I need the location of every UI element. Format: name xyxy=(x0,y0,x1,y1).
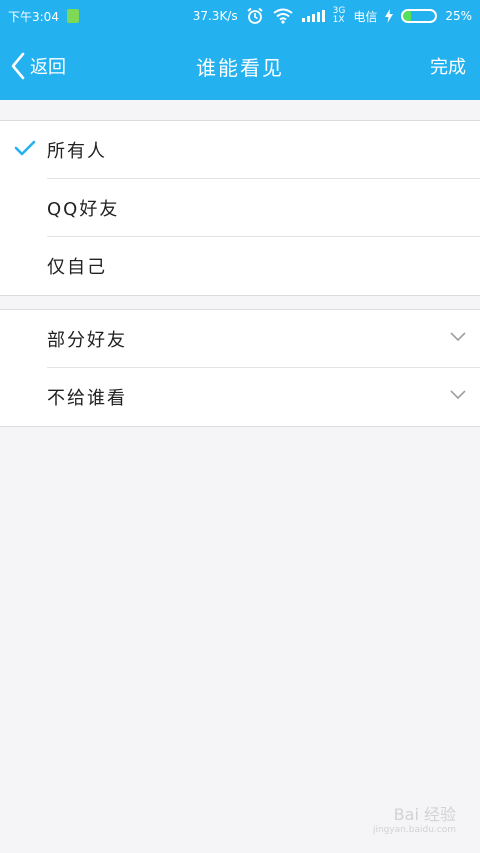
watermark-brand: Bai 经验 xyxy=(393,805,456,824)
wifi-icon xyxy=(272,8,293,24)
network-1x-label: 1X xyxy=(332,15,345,25)
status-time: 下午3:04 xyxy=(8,9,59,24)
watermark-url: jingyan.baidu.com xyxy=(372,825,456,835)
option-everyone[interactable]: 所有人 xyxy=(0,121,480,179)
back-arrow-icon xyxy=(11,52,25,80)
option-label: 不给谁看 xyxy=(47,388,127,409)
option-only-me[interactable]: 仅自己 xyxy=(0,237,480,295)
option-label: 仅自己 xyxy=(47,257,107,278)
status-bar: 下午3:04 37.3K/s 3G 1X 电信 25% xyxy=(0,0,480,32)
option-some-friends[interactable]: 部分好友 xyxy=(0,310,480,368)
option-label: QQ好友 xyxy=(47,199,120,220)
sim-icon xyxy=(66,9,79,23)
chevron-down-icon xyxy=(450,390,466,400)
battery-icon xyxy=(401,9,438,23)
signal-strength-icon xyxy=(301,10,325,22)
partial-visibility-options: 部分好友 不给谁看 xyxy=(0,309,480,427)
option-hide-from[interactable]: 不给谁看 xyxy=(0,368,480,426)
back-button[interactable]: 返回 xyxy=(10,32,66,100)
done-button[interactable]: 完成 xyxy=(430,32,466,100)
network-speed: 37.3K/s xyxy=(192,9,238,23)
option-qq-friends[interactable]: QQ好友 xyxy=(0,179,480,237)
visibility-options: 所有人 QQ好友 仅自己 xyxy=(0,120,480,296)
battery-percent: 25% xyxy=(445,9,472,23)
option-label: 部分好友 xyxy=(47,330,127,351)
carrier-label: 电信 xyxy=(353,9,378,24)
watermark: Bai 经验 jingyan.baidu.com xyxy=(373,801,456,835)
charging-icon xyxy=(385,9,394,23)
back-label: 返回 xyxy=(30,57,66,78)
page-title: 谁能看见 xyxy=(196,55,284,80)
chevron-down-icon xyxy=(450,332,466,342)
network-type: 3G 1X xyxy=(333,7,346,25)
checkmark-icon xyxy=(14,140,36,156)
nav-bar: 返回 谁能看见 完成 xyxy=(0,32,480,100)
option-label: 所有人 xyxy=(47,141,107,162)
alarm-icon xyxy=(247,7,263,24)
